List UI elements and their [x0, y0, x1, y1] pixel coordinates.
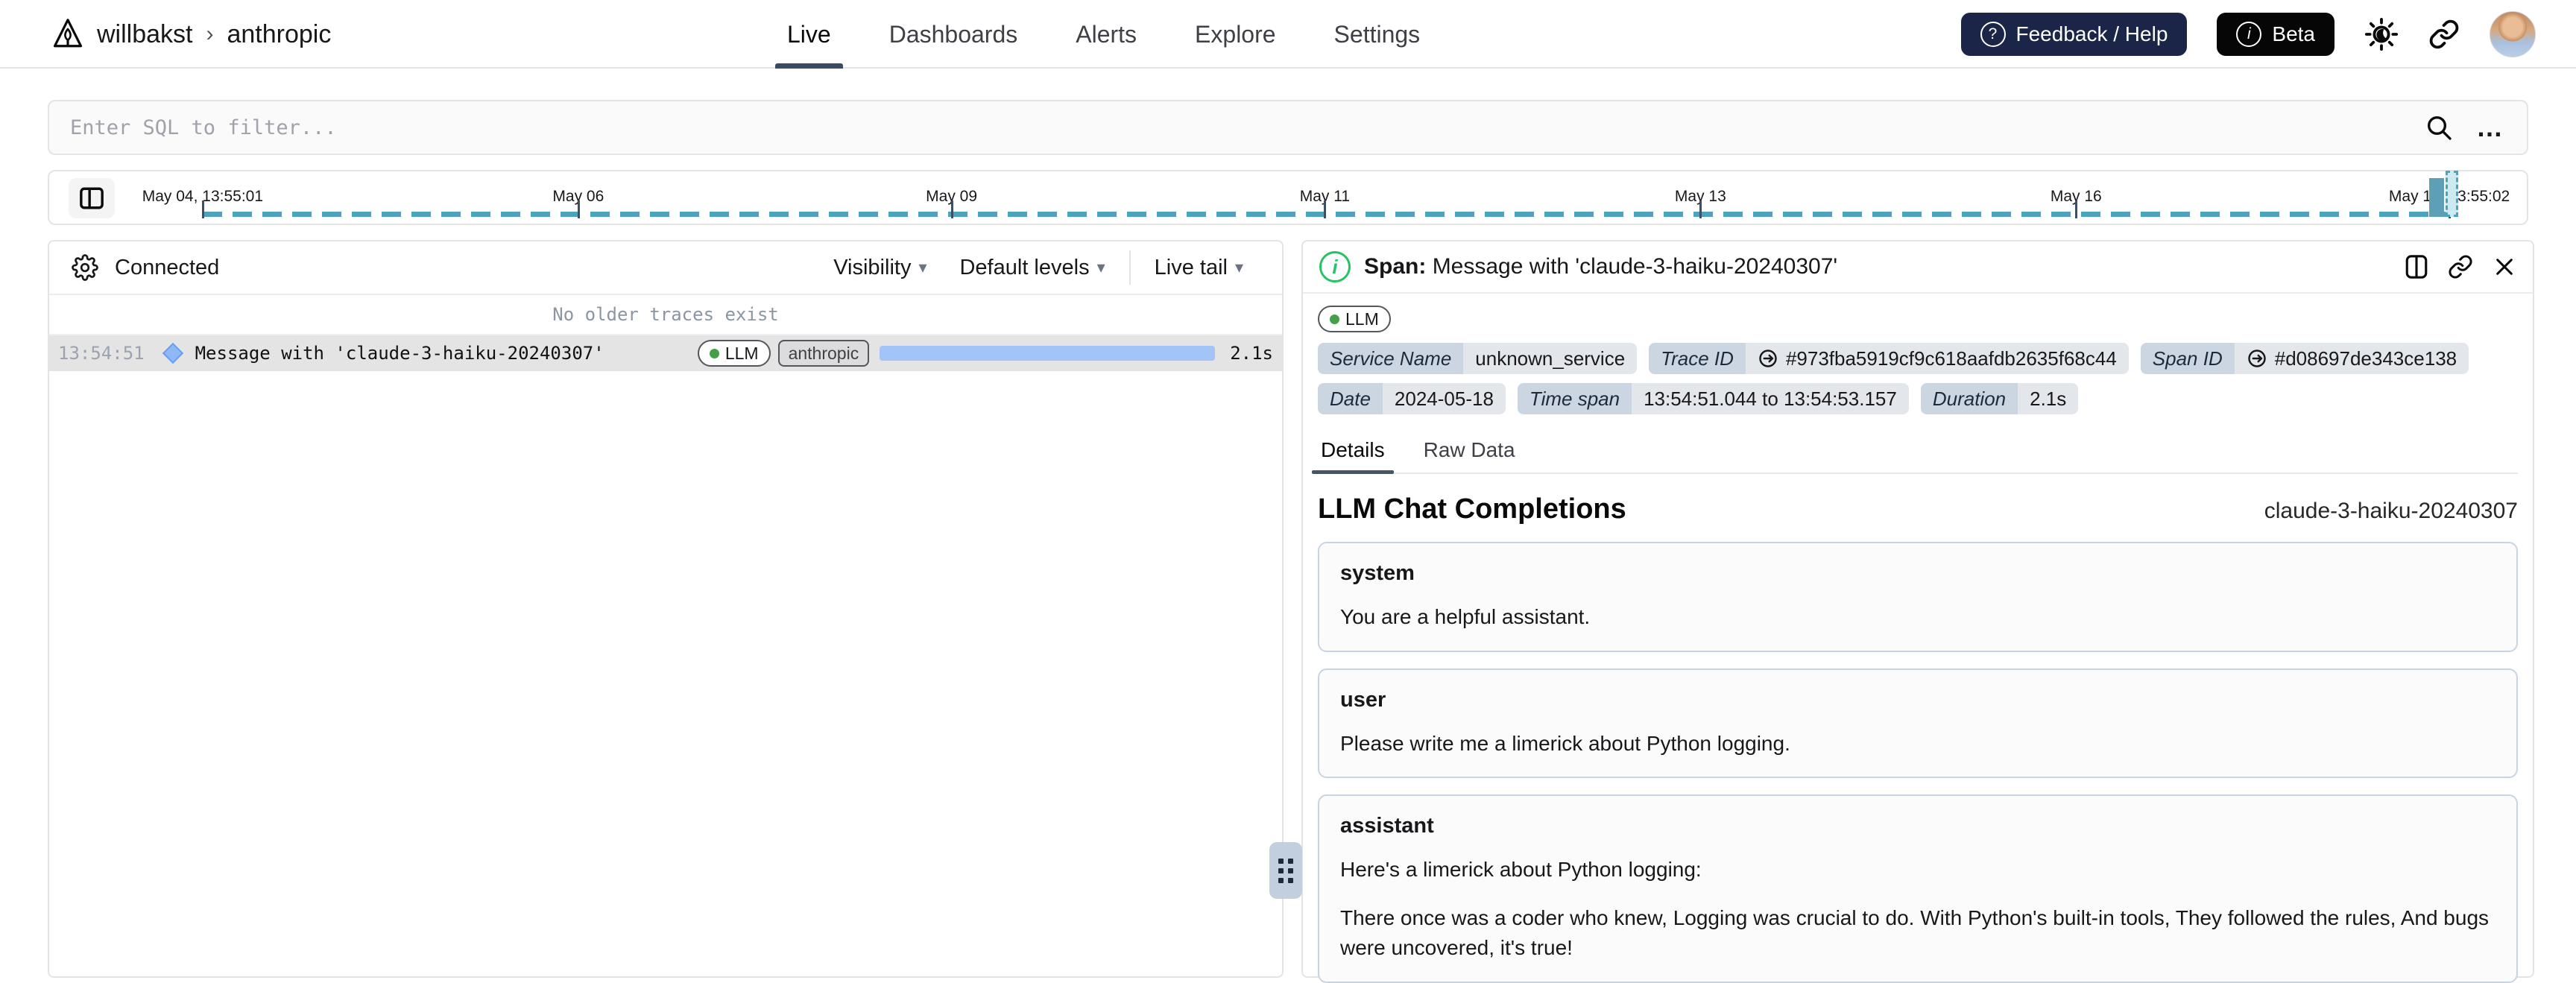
default-levels-dropdown[interactable]: Default levels▾ — [943, 256, 1121, 280]
llm-tag: LLM — [1318, 306, 1391, 332]
link-icon — [2247, 348, 2267, 369]
message-content: Please write me a limerick about Python … — [1340, 729, 2496, 759]
drag-dots-icon — [1278, 859, 1293, 883]
tab-raw-data[interactable]: Raw Data — [1421, 431, 1518, 472]
message-card-user: user Please write me a limerick about Py… — [1318, 668, 2518, 779]
meta-date: Date 2024-05-18 — [1318, 383, 1506, 414]
breadcrumb-org[interactable]: willbakst — [97, 20, 192, 49]
trace-timestamp: 13:54:51 — [58, 343, 145, 364]
user-avatar[interactable] — [2490, 11, 2536, 57]
span-detail-header: i Span: Message with 'claude-3-haiku-202… — [1303, 241, 2533, 294]
divider — [1129, 250, 1131, 285]
message-role: assistant — [1340, 814, 2496, 838]
more-options-icon[interactable]: … — [2476, 112, 2506, 143]
split-view-icon[interactable] — [2405, 254, 2428, 279]
link-icon — [1758, 348, 1778, 369]
timeline-activity-spike — [2429, 178, 2444, 217]
beta-button[interactable]: i Beta — [2217, 13, 2334, 56]
timeline-selection[interactable] — [2446, 171, 2458, 217]
meta-service-name: Service Name unknown_service — [1318, 343, 1637, 374]
panel-resize-handle[interactable] — [1269, 842, 1302, 899]
search-icon[interactable] — [2424, 113, 2454, 142]
span-info-icon: i — [1319, 251, 1351, 282]
span-title: Span: Message with 'claude-3-haiku-20240… — [1364, 254, 1837, 279]
connection-status-label: Connected — [115, 256, 219, 280]
message-content: You are a helpful assistant. — [1340, 602, 2496, 633]
chevron-down-icon: ▾ — [1235, 258, 1243, 277]
model-name: claude-3-haiku-20240307 — [2264, 499, 2518, 524]
timeline-axis[interactable]: May 04, 13:55:01 May 06 May 09 May 11 Ma… — [136, 171, 2528, 224]
meta-time-span: Time span 13:54:51.044 to 13:54:53.157 — [1518, 383, 1909, 414]
duration-bar — [880, 346, 1215, 361]
tab-dashboards[interactable]: Dashboards — [885, 0, 1023, 69]
chevron-down-icon: ▾ — [1097, 258, 1105, 277]
traces-panel: Connected Visibility▾ Default levels▾ Li… — [48, 240, 1284, 978]
logfire-logo-icon[interactable] — [52, 17, 83, 51]
scope-tag: anthropic — [778, 340, 870, 367]
meta-trace-id[interactable]: Trace ID #973fba5919cf9c618aafdb2635f68c… — [1649, 343, 2129, 374]
trace-row[interactable]: 13:54:51 Message with 'claude-3-haiku-20… — [49, 335, 1282, 371]
top-navbar: willbakst › anthropic Live Dashboards Al… — [0, 0, 2576, 69]
sidebar-toggle-icon[interactable] — [69, 178, 115, 218]
trace-duration: 2.1s — [1230, 343, 1273, 364]
tab-alerts[interactable]: Alerts — [1071, 0, 1141, 69]
tab-details[interactable]: Details — [1318, 431, 1388, 472]
feedback-help-button[interactable]: ? Feedback / Help — [1961, 13, 2188, 56]
message-card-assistant: assistant Here's a limerick about Python… — [1318, 794, 2518, 983]
sql-filter-input[interactable] — [70, 116, 2424, 139]
nav-actions: ? Feedback / Help i Beta — [1961, 0, 2536, 69]
gear-icon[interactable] — [72, 254, 98, 281]
breadcrumb-separator: › — [206, 22, 213, 47]
message-content: There once was a coder who knew, Logging… — [1340, 903, 2496, 964]
span-diamond-icon — [162, 343, 183, 364]
timeline-dashed-track — [203, 212, 2457, 217]
span-detail-tabs: Details Raw Data — [1318, 431, 2518, 474]
traces-panel-header: Connected Visibility▾ Default levels▾ Li… — [49, 241, 1282, 295]
question-icon: ? — [1980, 22, 2006, 47]
message-content: Here's a limerick about Python logging: — [1340, 855, 2496, 885]
message-card-system: system You are a helpful assistant. — [1318, 542, 2518, 652]
sql-filter-bar: … — [48, 100, 2528, 155]
breadcrumb: willbakst › anthropic — [52, 0, 331, 69]
live-tail-dropdown[interactable]: Live tail▾ — [1138, 256, 1260, 280]
tab-settings[interactable]: Settings — [1330, 0, 1425, 69]
timeline: May 04, 13:55:01 May 06 May 09 May 11 Ma… — [48, 170, 2528, 225]
theme-toggle-icon[interactable] — [2364, 17, 2399, 51]
connection-status: Connected — [72, 254, 219, 281]
tab-live[interactable]: Live — [783, 0, 836, 69]
message-role: user — [1340, 688, 2496, 712]
green-dot-icon — [710, 349, 719, 358]
info-icon: i — [2236, 22, 2261, 47]
nav-tabs: Live Dashboards Alerts Explore Settings — [783, 0, 1468, 69]
trace-title: Message with 'claude-3-haiku-20240307' — [195, 343, 604, 364]
close-icon[interactable] — [2493, 255, 2516, 279]
section-title: LLM Chat Completions — [1318, 493, 1626, 525]
llm-tag: LLM — [698, 340, 771, 367]
share-link-icon[interactable] — [2428, 19, 2460, 50]
meta-span-id[interactable]: Span ID #d08697de343ce138 — [2141, 343, 2469, 374]
breadcrumb-project[interactable]: anthropic — [227, 20, 331, 49]
chevron-down-icon: ▾ — [918, 258, 926, 277]
meta-duration: Duration 2.1s — [1921, 383, 2078, 414]
green-dot-icon — [1330, 315, 1339, 324]
no-older-traces-message: No older traces exist — [49, 295, 1282, 335]
visibility-dropdown[interactable]: Visibility▾ — [817, 256, 943, 280]
permalink-icon[interactable] — [2448, 254, 2473, 279]
tab-explore[interactable]: Explore — [1190, 0, 1281, 69]
span-detail-panel: i Span: Message with 'claude-3-haiku-202… — [1301, 240, 2534, 978]
message-role: system — [1340, 561, 2496, 586]
